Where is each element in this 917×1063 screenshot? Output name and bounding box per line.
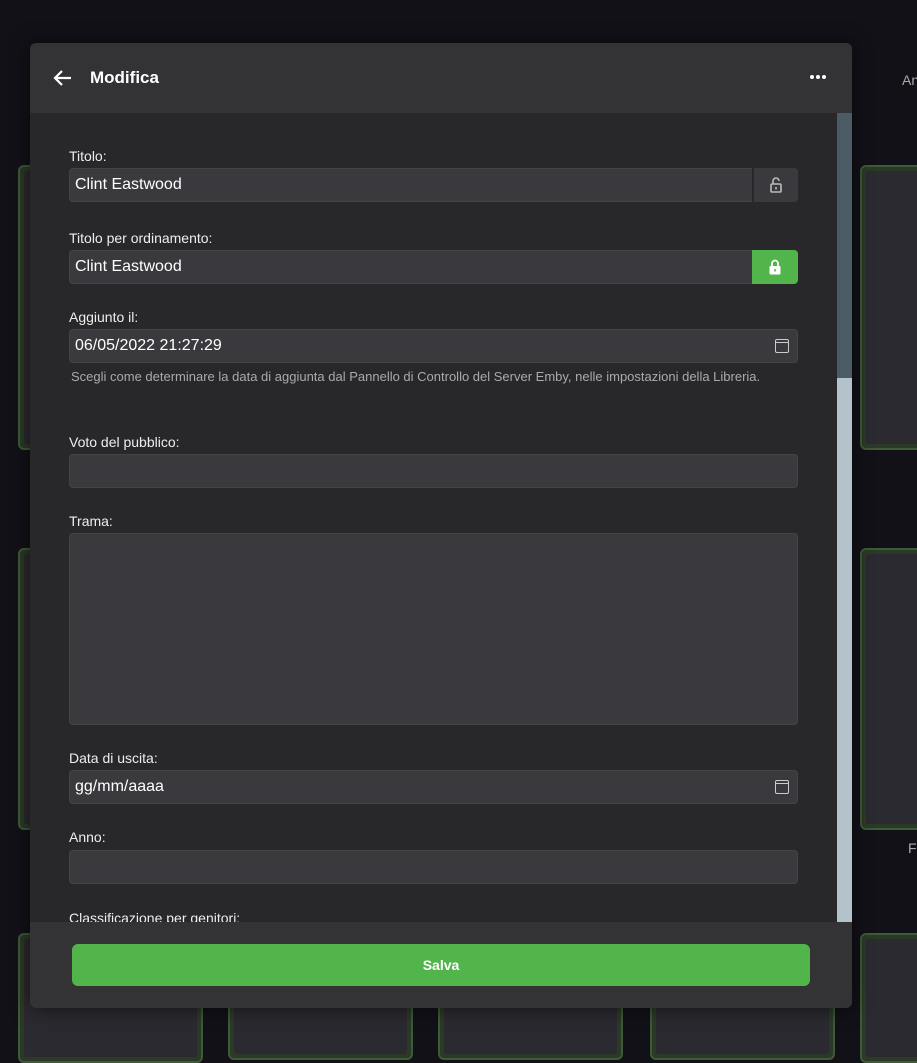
unlock-icon [770,177,782,193]
back-arrow-icon[interactable] [52,67,74,89]
save-button[interactable]: Salva [72,944,810,986]
dialog-header: Modifica [30,43,852,113]
poster-card[interactable] [860,933,917,1063]
poster-card[interactable] [438,1000,623,1060]
poster-card[interactable] [650,1000,835,1060]
title-input[interactable]: Clint Eastwood [69,168,798,202]
date-added-value: 06/05/2022 21:27:29 [75,337,222,354]
overview-textarea[interactable] [69,533,798,725]
sort-title-label: Titolo per ordinamento: [69,230,213,246]
sort-title-input[interactable]: Clint Eastwood [69,250,798,284]
date-added-label: Aggiunto il: [69,309,139,325]
title-lock-button[interactable] [752,168,798,202]
poster-card[interactable] [228,1000,413,1060]
overview-label: Trama: [69,513,113,529]
form-content: Titolo: Clint Eastwood Titolo per ordina… [30,113,837,922]
dialog-title: Modifica [90,68,159,87]
lock-icon [769,259,781,275]
title-label: Titolo: [69,148,107,164]
date-added-input[interactable]: 06/05/2022 21:27:29 [69,329,798,363]
calendar-icon[interactable] [775,339,789,353]
poster-label: F [908,840,917,856]
parental-rating-label: Classificazione per genitori: [69,910,241,922]
release-date-label: Data di uscita: [69,750,158,766]
release-date-placeholder: gg/mm/aaaa [75,778,164,795]
sort-title-lock-button[interactable] [752,250,798,284]
poster-card[interactable] [860,548,917,830]
date-added-help: Scegli come determinare la data di aggiu… [71,369,761,384]
more-options-icon[interactable] [810,69,830,85]
poster-card[interactable] [860,165,917,450]
poster-label: An [902,72,917,88]
community-rating-label: Voto del pubblico: [69,434,180,450]
scrollbar[interactable] [837,113,852,922]
edit-dialog: Modifica Titolo: Clint Eastwood Titolo p… [30,43,852,1008]
calendar-icon[interactable] [775,780,789,794]
year-input[interactable] [69,850,798,884]
release-date-input[interactable]: gg/mm/aaaa [69,770,798,804]
community-rating-input[interactable] [69,454,798,488]
dialog-footer: Salva [30,922,852,1008]
year-label: Anno: [69,829,106,845]
scrollbar-thumb[interactable] [837,113,852,378]
